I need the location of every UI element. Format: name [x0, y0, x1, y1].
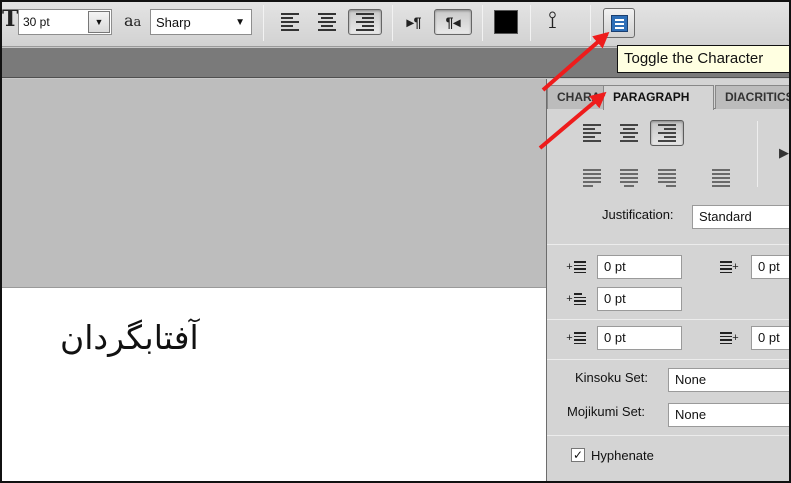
panel-divider: [757, 121, 758, 187]
align-center-button[interactable]: [310, 9, 344, 35]
panel-divider: [547, 435, 791, 436]
toolbar-divider: [482, 5, 483, 41]
indent-left-icon: +: [563, 256, 589, 278]
justify-last-left-icon: [583, 169, 601, 187]
space-before-field[interactable]: 0 pt: [597, 326, 682, 350]
panel-divider: [547, 319, 791, 320]
align-left-icon: [583, 124, 601, 142]
antialias-icon-main: a: [124, 11, 134, 30]
toolbar-divider: [392, 5, 393, 41]
hyphenate-label[interactable]: Hyphenate: [591, 448, 654, 463]
space-before-icon: +: [563, 327, 589, 349]
align-left-icon: [281, 13, 299, 31]
panel-tabs: CHARACTER PARAGRAPH DIACRITICS: [547, 85, 791, 110]
indent-right-icon: +: [717, 256, 743, 278]
para-align-right-button[interactable]: [650, 120, 684, 146]
indent-right-field[interactable]: 0 pt: [751, 255, 791, 279]
justify-last-center-icon: [620, 169, 638, 187]
antialias-icon-sub: a: [133, 15, 142, 30]
document-text-layer[interactable]: آفتابگردان: [60, 318, 199, 357]
justify-last-center-button[interactable]: [612, 165, 646, 191]
align-center-icon: [318, 13, 336, 31]
flyout-arrow-icon[interactable]: ▶: [779, 145, 789, 161]
justify-last-left-button[interactable]: [575, 165, 609, 191]
toolbar-divider: [590, 5, 591, 41]
indent-first-line-field[interactable]: 0 pt: [597, 287, 682, 311]
align-right-button[interactable]: [348, 9, 382, 35]
panel-divider: [547, 359, 791, 360]
align-right-icon: [658, 124, 676, 142]
toolbar-divider: [263, 5, 264, 41]
justify-all-button[interactable]: [704, 165, 738, 191]
align-left-button[interactable]: [273, 9, 307, 35]
align-right-icon: [356, 13, 374, 31]
toggle-character-paragraph-panels-button[interactable]: [603, 8, 635, 38]
ltr-direction-icon: ▸¶: [406, 13, 422, 30]
space-after-field[interactable]: 0 pt: [751, 326, 791, 350]
toolbar-divider: [530, 5, 531, 41]
tooltip-text: Toggle the Character: [624, 50, 764, 67]
tab-diacritics[interactable]: DIACRITICS: [715, 85, 791, 109]
space-after-icon: +: [717, 327, 743, 349]
tooltip: Toggle the Character: [617, 45, 791, 73]
hyphenate-checkbox[interactable]: ✓: [571, 448, 585, 462]
rtl-direction-icon: ¶◂: [445, 13, 461, 30]
indent-first-line-icon: +: [563, 288, 589, 310]
mojikumi-label: Mojikumi Set:: [567, 404, 646, 419]
ltr-direction-button[interactable]: ▸¶: [400, 9, 428, 35]
justify-last-right-button[interactable]: [650, 165, 684, 191]
antialias-select[interactable]: Sharp ▼: [150, 9, 252, 35]
canvas-pasteboard: [0, 79, 548, 287]
tab-paragraph[interactable]: PARAGRAPH: [603, 85, 714, 110]
panel-divider: [547, 244, 791, 245]
font-size-combobox[interactable]: 30 pt ▼: [18, 9, 112, 35]
chevron-down-icon: ▼: [235, 16, 245, 28]
mojikumi-select[interactable]: None: [668, 403, 791, 427]
antialias-value: Sharp: [156, 14, 191, 30]
justification-field[interactable]: Standard: [692, 205, 791, 229]
paragraph-panel: CHARACTER PARAGRAPH DIACRITICS ▶ Justifi…: [546, 79, 791, 483]
document-canvas[interactable]: آفتابگردان: [0, 287, 548, 483]
text-color-swatch[interactable]: [494, 10, 518, 34]
justify-all-icon: [712, 169, 730, 187]
antialias-icon: aa: [124, 11, 141, 30]
kinsoku-select[interactable]: None: [668, 368, 791, 392]
font-size-dropdown-button[interactable]: ▼: [88, 11, 110, 33]
panels-icon: [610, 14, 628, 32]
type-tool-icon[interactable]: T: [2, 6, 18, 32]
indent-left-field[interactable]: 0 pt: [597, 255, 682, 279]
para-align-left-button[interactable]: [575, 120, 609, 146]
kinsoku-label: Kinsoku Set:: [575, 370, 648, 385]
rtl-direction-button[interactable]: ¶◂: [434, 9, 472, 35]
justify-last-right-icon: [658, 169, 676, 187]
justification-label: Justification:: [602, 207, 674, 222]
font-size-value[interactable]: 30 pt: [19, 15, 88, 29]
warp-text-icon[interactable]: ⟟: [548, 7, 557, 35]
align-center-icon: [620, 124, 638, 142]
options-toolbar: T 30 pt ▼ aa Sharp ▼ ▸¶ ¶◂ ⟟: [0, 0, 791, 47]
para-align-center-button[interactable]: [612, 120, 646, 146]
